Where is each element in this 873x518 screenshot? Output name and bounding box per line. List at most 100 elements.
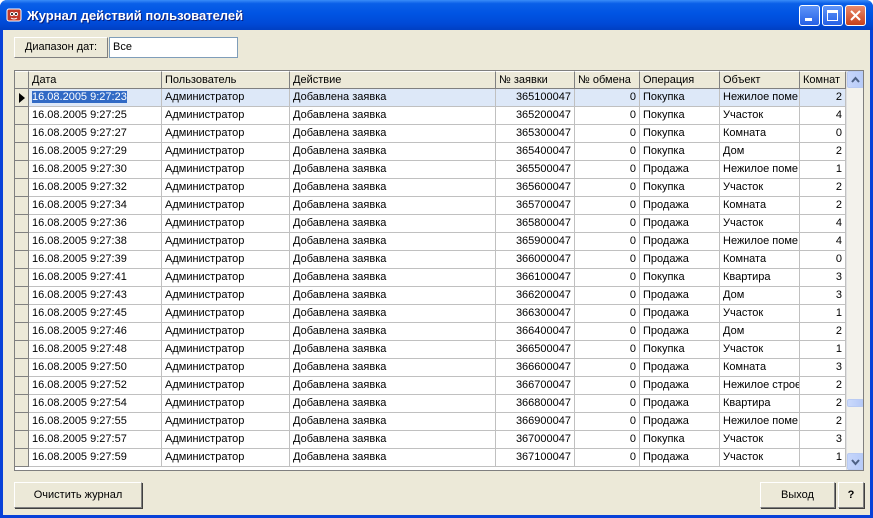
table-cell[interactable]: Покупка [640,431,720,449]
row-indicator[interactable] [15,107,29,125]
column-header[interactable]: Действие [290,71,496,89]
close-button[interactable] [845,5,866,26]
table-cell[interactable]: 367000047 [496,431,575,449]
table-cell[interactable]: 2 [800,197,846,215]
row-indicator[interactable] [15,269,29,287]
table-cell[interactable]: 1 [800,305,846,323]
table-cell[interactable]: Администратор [162,161,290,179]
table-cell[interactable]: Дом [720,143,800,161]
table-cell[interactable]: Покупка [640,143,720,161]
table-cell[interactable]: 16.08.2005 9:27:48 [29,341,162,359]
table-cell[interactable]: 366000047 [496,251,575,269]
table-cell[interactable]: 365500047 [496,161,575,179]
table-cell[interactable]: Добавлена заявка [290,215,496,233]
table-cell[interactable]: 2 [800,89,846,107]
table-cell[interactable]: Нежилое поме [720,413,800,431]
table-cell[interactable]: Добавлена заявка [290,449,496,467]
table-cell[interactable]: Дом [720,287,800,305]
table-cell[interactable]: 0 [575,305,640,323]
table-cell[interactable]: Покупка [640,179,720,197]
table-cell[interactable]: Продажа [640,413,720,431]
table-cell[interactable]: 0 [575,359,640,377]
table-cell[interactable]: Администратор [162,323,290,341]
table-cell[interactable]: Добавлена заявка [290,179,496,197]
table-cell[interactable]: 16.08.2005 9:27:23 [29,89,162,107]
table-cell[interactable]: 0 [575,431,640,449]
table-cell[interactable]: 0 [575,125,640,143]
row-indicator[interactable] [15,197,29,215]
table-cell[interactable]: 0 [575,107,640,125]
scroll-down-button[interactable] [847,453,863,470]
exit-button[interactable]: Выход [760,482,835,508]
table-cell[interactable]: Квартира [720,269,800,287]
table-cell[interactable]: Администратор [162,107,290,125]
table-cell[interactable]: Добавлена заявка [290,143,496,161]
table-cell[interactable]: 16.08.2005 9:27:50 [29,359,162,377]
table-cell[interactable]: Добавлена заявка [290,197,496,215]
table-cell[interactable]: Комната [720,197,800,215]
clear-log-button[interactable]: Очистить журнал [14,482,142,508]
table-cell[interactable]: Продажа [640,323,720,341]
row-indicator[interactable] [15,431,29,449]
column-header[interactable]: Комнат [800,71,846,89]
row-indicator[interactable] [15,161,29,179]
table-cell[interactable]: Администратор [162,377,290,395]
column-header[interactable]: Пользователь [162,71,290,89]
table-cell[interactable]: Продажа [640,395,720,413]
table-cell[interactable]: 1 [800,449,846,467]
table-cell[interactable]: 16.08.2005 9:27:27 [29,125,162,143]
column-header[interactable]: № обмена [575,71,640,89]
table-cell[interactable]: 0 [575,341,640,359]
table-cell[interactable]: 16.08.2005 9:27:54 [29,395,162,413]
table-cell[interactable]: Добавлена заявка [290,269,496,287]
row-indicator[interactable] [15,413,29,431]
title-bar[interactable]: Журнал действий пользователей [0,0,873,30]
table-cell[interactable]: Продажа [640,449,720,467]
table-cell[interactable]: 16.08.2005 9:27:45 [29,305,162,323]
table-cell[interactable]: 16.08.2005 9:27:41 [29,269,162,287]
table-cell[interactable]: 16.08.2005 9:27:30 [29,161,162,179]
table-cell[interactable]: 1 [800,161,846,179]
row-indicator[interactable] [15,143,29,161]
table-cell[interactable]: Администратор [162,179,290,197]
table-cell[interactable]: Покупка [640,125,720,143]
table-cell[interactable]: Дом [720,323,800,341]
table-cell[interactable]: Администратор [162,233,290,251]
maximize-button[interactable] [822,5,843,26]
table-cell[interactable]: Покупка [640,89,720,107]
table-cell[interactable]: Администратор [162,215,290,233]
row-indicator[interactable] [15,377,29,395]
table-cell[interactable]: 16.08.2005 9:27:39 [29,251,162,269]
row-indicator[interactable] [15,215,29,233]
column-header[interactable]: Объект [720,71,800,89]
table-cell[interactable]: Добавлена заявка [290,323,496,341]
table-cell[interactable]: 4 [800,107,846,125]
table-cell[interactable]: 4 [800,215,846,233]
table-cell[interactable]: 365900047 [496,233,575,251]
table-cell[interactable]: 2 [800,377,846,395]
scroll-up-button[interactable] [847,71,863,88]
table-cell[interactable]: Добавлена заявка [290,359,496,377]
table-cell[interactable]: 0 [575,323,640,341]
table-cell[interactable]: Добавлена заявка [290,251,496,269]
table-cell[interactable]: Администратор [162,287,290,305]
table-cell[interactable]: Администратор [162,449,290,467]
vertical-scrollbar[interactable] [846,71,863,470]
table-cell[interactable]: 0 [575,161,640,179]
table-cell[interactable]: 16.08.2005 9:27:55 [29,413,162,431]
row-indicator[interactable] [15,233,29,251]
help-button[interactable]: ? [838,482,864,508]
table-cell[interactable]: 365300047 [496,125,575,143]
table-cell[interactable]: Администратор [162,305,290,323]
table-cell[interactable]: 3 [800,269,846,287]
table-cell[interactable]: Администратор [162,251,290,269]
table-cell[interactable]: 16.08.2005 9:27:57 [29,431,162,449]
table-cell[interactable]: 2 [800,413,846,431]
table-cell[interactable]: Продажа [640,215,720,233]
table-cell[interactable]: Нежилое поме [720,89,800,107]
table-cell[interactable]: Администратор [162,269,290,287]
table-cell[interactable]: Добавлена заявка [290,233,496,251]
table-cell[interactable]: 16.08.2005 9:27:59 [29,449,162,467]
table-cell[interactable]: Продажа [640,287,720,305]
table-cell[interactable]: Администратор [162,431,290,449]
